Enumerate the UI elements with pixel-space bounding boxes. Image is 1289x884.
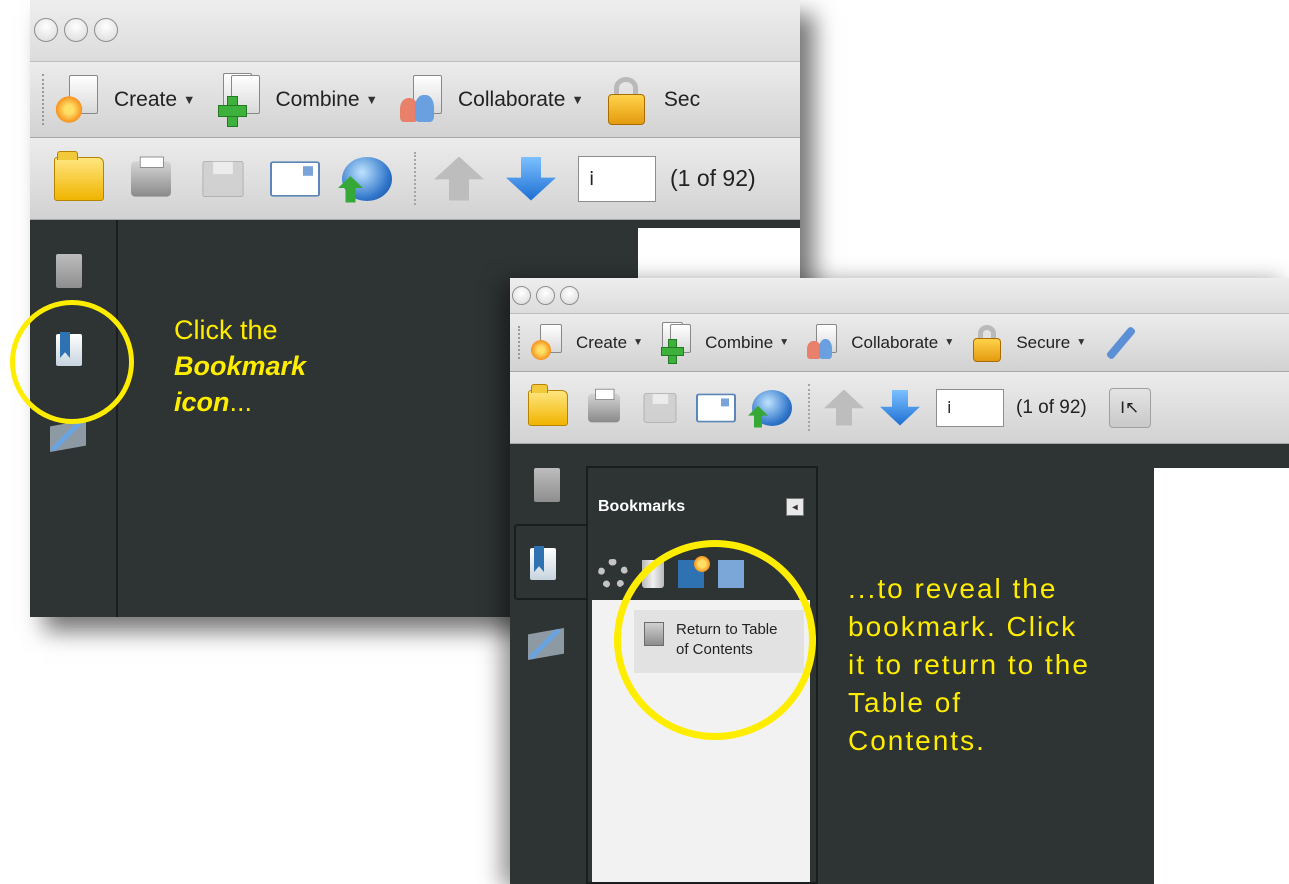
dropdown-caret-icon: ▼ — [633, 337, 644, 348]
minimize-window-button[interactable] — [536, 286, 555, 305]
tasks-toolbar: Create ▼ Combine ▼ Collaborate ▼ Secure ▼ — [510, 314, 1289, 372]
window-controls — [34, 18, 118, 42]
combine-icon — [659, 321, 695, 364]
next-page-icon[interactable] — [880, 389, 920, 426]
highlight-ring-bookmark-item — [614, 540, 816, 740]
callout-emphasis-icon: icon — [174, 387, 230, 417]
callout-emphasis-bookmark: Bookmark — [174, 351, 307, 381]
sign-pen-icon — [1102, 324, 1138, 362]
dropdown-caret-icon: ▼ — [779, 337, 790, 348]
create-icon — [54, 74, 102, 125]
email-icon[interactable] — [270, 160, 320, 197]
toolbar-separator — [808, 384, 810, 431]
dropdown-caret-icon: ▼ — [1076, 337, 1087, 348]
callout-click-bookmark: Click the Bookmark icon... — [174, 312, 306, 420]
previous-page-icon[interactable] — [434, 156, 484, 201]
close-window-button[interactable] — [34, 18, 58, 42]
title-bar — [510, 278, 1289, 314]
dropdown-caret-icon: ▼ — [571, 92, 584, 107]
close-window-button[interactable] — [512, 286, 531, 305]
email-icon[interactable] — [696, 393, 736, 422]
open-folder-icon[interactable] — [54, 150, 104, 201]
secure-button[interactable]: Sec — [604, 75, 700, 125]
combine-icon — [216, 72, 264, 127]
navigation-sidebar — [510, 444, 592, 884]
dropdown-caret-icon: ▼ — [183, 92, 196, 107]
create-button[interactable]: Create ▼ — [54, 74, 196, 125]
zoom-window-button[interactable] — [94, 18, 118, 42]
toolbar-separator — [414, 152, 416, 205]
previous-page-icon[interactable] — [824, 389, 864, 426]
dropdown-caret-icon: ▼ — [365, 92, 379, 107]
callout-line-1: Click the — [174, 315, 278, 345]
sign-button[interactable] — [1102, 324, 1148, 362]
file-toolbar: i (1 of 92) — [30, 138, 800, 220]
document-page — [1154, 468, 1289, 884]
highlight-ring-bookmark-icon — [10, 300, 134, 424]
create-label: Create — [114, 87, 178, 111]
title-bar — [30, 0, 800, 62]
secure-icon — [604, 75, 652, 125]
file-toolbar: i (1 of 92) I ↖ — [510, 372, 1289, 444]
secure-label: Secure — [1016, 332, 1071, 352]
print-icon[interactable] — [131, 156, 171, 197]
select-tool-button[interactable]: I ↖ — [1108, 387, 1151, 428]
combine-button[interactable]: Combine ▼ — [659, 321, 790, 364]
collaborate-button[interactable]: Collaborate ▼ — [805, 323, 955, 362]
bookmark-icon[interactable] — [530, 548, 556, 580]
create-label: Create — [576, 332, 628, 352]
create-button[interactable]: Create ▼ — [530, 323, 644, 362]
combine-button[interactable]: Combine ▼ — [216, 72, 379, 127]
web-icon[interactable] — [752, 389, 792, 426]
bookmarks-panel-header: Bookmarks ◂ — [588, 468, 816, 546]
page-number-field[interactable]: i — [578, 155, 656, 202]
minimize-window-button[interactable] — [64, 18, 88, 42]
pages-icon[interactable] — [51, 254, 82, 293]
collaborate-label: Collaborate — [458, 87, 566, 111]
next-page-icon[interactable] — [506, 156, 556, 201]
bookmarks-title: Bookmarks — [598, 498, 686, 515]
select-tool-icon: I — [1120, 397, 1125, 417]
signature-icon[interactable] — [528, 628, 564, 660]
dropdown-caret-icon: ▼ — [944, 337, 955, 348]
window-controls — [512, 286, 579, 305]
print-icon[interactable] — [588, 388, 620, 422]
page-number-field[interactable]: i — [936, 388, 1004, 427]
secure-button[interactable]: Secure ▼ — [970, 324, 1086, 362]
collaborate-button[interactable]: Collaborate ▼ — [398, 74, 584, 125]
callout-ellipsis: ... — [229, 387, 253, 417]
web-icon[interactable] — [342, 156, 392, 201]
save-icon[interactable] — [202, 160, 244, 197]
collaborate-icon — [398, 74, 446, 125]
page-count: (1 of 92) — [670, 165, 756, 191]
toolbar-grip[interactable] — [42, 74, 46, 125]
save-icon[interactable] — [643, 392, 677, 423]
secure-icon — [970, 324, 1006, 362]
gear-icon[interactable] — [598, 559, 628, 589]
combine-label: Combine — [705, 332, 774, 352]
secure-label: Sec — [663, 87, 701, 111]
combine-label: Combine — [275, 87, 360, 111]
create-icon — [530, 323, 566, 362]
pages-icon[interactable] — [529, 468, 560, 507]
collaborate-label: Collaborate — [851, 332, 939, 352]
zoom-window-button[interactable] — [560, 286, 579, 305]
page-count: (1 of 92) — [1016, 396, 1087, 418]
callout-reveal-bookmark: ...to reveal the bookmark. Click it to r… — [848, 573, 1090, 756]
collaborate-icon — [805, 323, 841, 362]
signature-icon[interactable] — [50, 420, 86, 452]
tasks-toolbar: Create ▼ Combine ▼ Collaborate ▼ Sec — [30, 62, 800, 138]
collapse-panel-button[interactable]: ◂ — [786, 498, 804, 516]
open-folder-icon[interactable] — [528, 383, 568, 426]
toolbar-grip[interactable] — [518, 326, 522, 359]
